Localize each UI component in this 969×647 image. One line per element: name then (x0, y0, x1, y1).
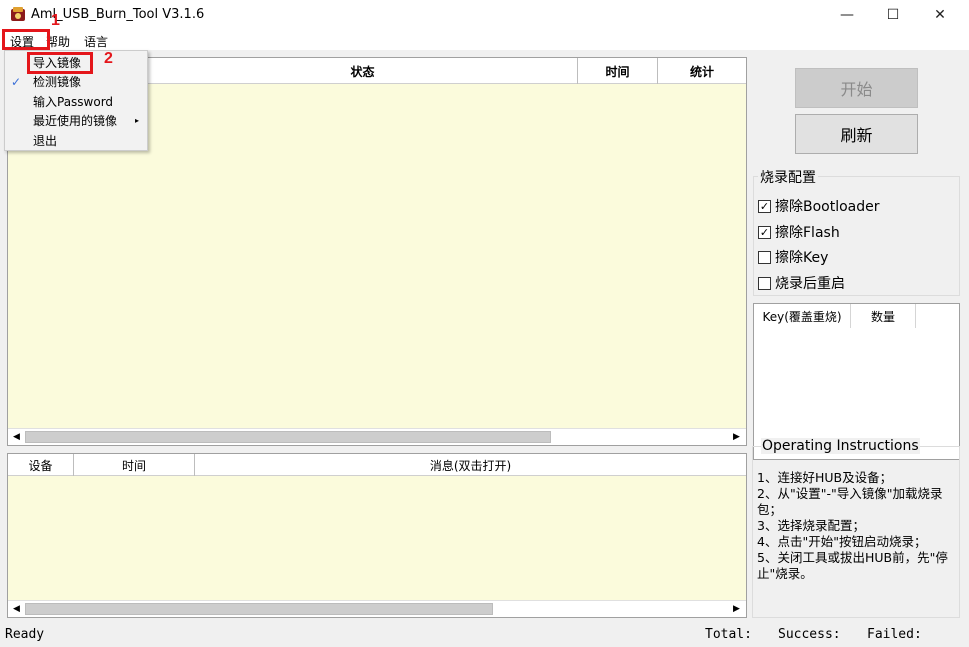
menu-language[interactable]: 语言 (84, 33, 108, 50)
option-erase-key[interactable]: 擦除Key (758, 247, 828, 267)
menu-item-enter-password[interactable]: 输入Password (5, 92, 147, 111)
app-icon (11, 7, 25, 21)
start-button[interactable]: 开始 (795, 68, 918, 108)
title-bar: Aml_USB_Burn_Tool V3.1.6 — ☐ ✕ (0, 0, 969, 30)
menu-item-label: 检测镜像 (33, 75, 82, 89)
column-header-count[interactable]: 数量 (851, 304, 916, 328)
close-icon: ✕ (934, 7, 946, 23)
key-list[interactable]: Key(覆盖重烧) 数量 (753, 303, 960, 460)
burn-config-title: 烧录配置 (758, 167, 818, 187)
column-header-status[interactable]: 状态 (148, 58, 578, 84)
maximize-button[interactable]: ☐ (870, 0, 916, 30)
refresh-button[interactable]: 刷新 (795, 114, 918, 154)
checkbox-erase-bootloader[interactable]: ✓ (758, 199, 771, 213)
scroll-left-icon[interactable]: ◀ (8, 601, 25, 617)
column-header-message[interactable]: 消息(双击打开) (195, 454, 746, 476)
scroll-thumb[interactable] (25, 603, 493, 615)
status-bar: Ready Total: Success: Failed: (0, 623, 969, 647)
instructions-title: Operating Instructions (761, 438, 920, 454)
status-text: Ready (5, 627, 45, 642)
option-erase-flash[interactable]: ✓ 擦除Flash (758, 222, 840, 242)
key-list-header: Key(覆盖重烧) 数量 (754, 304, 959, 328)
close-button[interactable]: ✕ (917, 0, 963, 30)
checkbox-reboot-after-burn[interactable] (758, 276, 771, 290)
column-header-stats[interactable]: 统计 (658, 58, 746, 84)
menu-item-label: 输入Password (33, 95, 114, 109)
option-reboot-after-burn[interactable]: 烧录后重启 (758, 273, 845, 293)
lower-horizontal-scrollbar[interactable]: ◀ ▶ (8, 600, 746, 617)
instructions-text: 1、连接好HUB及设备； 2、从"设置"-"导入镜像"加载烧录包； 3、选择烧录… (757, 470, 948, 581)
menu-item-label: 退出 (33, 134, 58, 148)
menu-item-recent-images[interactable]: 最近使用的镜像 ▸ (5, 111, 147, 130)
minimize-icon: — (840, 7, 854, 23)
menu-item-label: 最近使用的镜像 (33, 114, 118, 128)
annotation-number-step2: 2 (104, 50, 113, 67)
option-label: 擦除Bootloader (775, 199, 880, 215)
scroll-left-icon[interactable]: ◀ (8, 429, 25, 445)
failed-label: Failed: (867, 627, 922, 642)
success-label: Success: (778, 627, 841, 642)
message-log-list[interactable]: 设备 时间 消息(双击打开) ◀ ▶ (7, 453, 747, 618)
option-erase-bootloader[interactable]: ✓ 擦除Bootloader (758, 196, 880, 216)
checkmark-icon: ✓ (11, 74, 22, 89)
scroll-right-icon[interactable]: ▶ (728, 429, 745, 445)
total-label: Total: (705, 627, 752, 642)
column-header-time[interactable]: 时间 (578, 58, 658, 84)
message-log-header: 设备 时间 消息(双击打开) (8, 454, 746, 476)
option-label: 烧录后重启 (775, 276, 845, 292)
submenu-arrow-icon: ▸ (134, 116, 139, 125)
menu-item-exit[interactable]: 退出 (5, 131, 147, 150)
option-label: 擦除Flash (775, 225, 840, 241)
column-header-key[interactable]: Key(覆盖重烧) (754, 304, 851, 328)
maximize-icon: ☐ (886, 7, 900, 23)
column-header-device[interactable]: 设备 (8, 454, 74, 476)
scroll-thumb[interactable] (25, 431, 551, 443)
scroll-right-icon[interactable]: ▶ (728, 601, 745, 617)
checkbox-erase-flash[interactable]: ✓ (758, 225, 771, 239)
annotation-number-step1: 1 (51, 12, 60, 29)
upper-horizontal-scrollbar[interactable]: ◀ ▶ (8, 428, 746, 445)
annotation-box-step1 (2, 29, 50, 50)
annotation-box-step2 (27, 52, 93, 74)
menu-item-verify-image[interactable]: ✓ 检测镜像 (5, 72, 147, 91)
checkbox-erase-key[interactable] (758, 250, 771, 264)
column-header-log-time[interactable]: 时间 (74, 454, 195, 476)
minimize-button[interactable]: — (824, 0, 870, 30)
menu-bar: 设置 帮助 语言 (0, 30, 969, 50)
option-label: 擦除Key (775, 250, 829, 266)
